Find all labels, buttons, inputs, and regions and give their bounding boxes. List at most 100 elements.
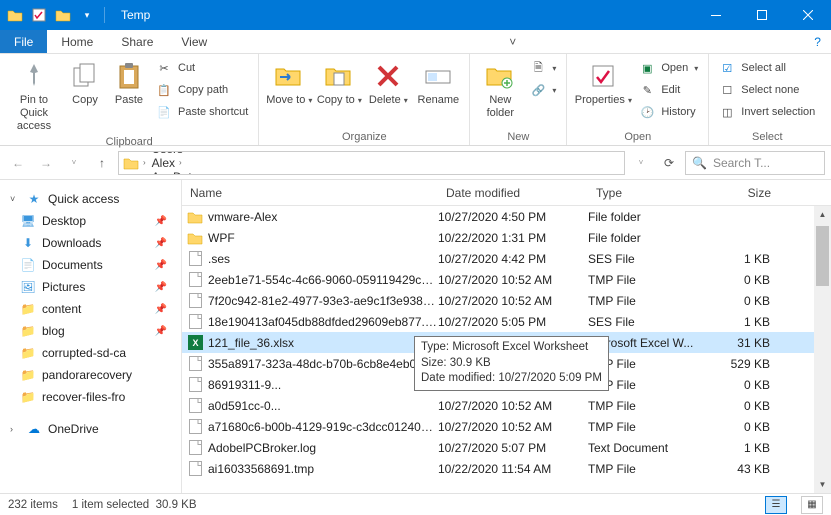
move-to-icon [273, 60, 305, 92]
tab-view[interactable]: View [167, 30, 221, 53]
file-row[interactable]: WPF10/22/2020 1:31 PMFile folder [182, 227, 831, 248]
titlebar: ▾ Temp [0, 0, 831, 30]
file-size: 0 KB [710, 273, 770, 287]
copy-path-button[interactable]: 📋Copy path [152, 80, 252, 100]
file-size: 0 KB [710, 399, 770, 413]
nav-back-button[interactable]: ← [6, 151, 30, 175]
sidebar-item[interactable]: 📄Documents📌 [0, 254, 181, 276]
minimize-button[interactable] [693, 0, 739, 30]
qat-new-folder-icon[interactable] [52, 4, 74, 26]
nav-up-button[interactable]: ↑ [90, 151, 114, 175]
column-type[interactable]: Type [588, 186, 710, 200]
sidebar-item[interactable]: 📁pandorarecovery [0, 364, 181, 386]
nav-recent-button[interactable]: ˅ [62, 151, 86, 175]
file-row[interactable]: a0d591cc-0...10/27/2020 10:52 AMTMP File… [182, 395, 831, 416]
copy-to-button[interactable]: Copy to ▾ [315, 56, 363, 107]
sidebar-item[interactable]: 🖥Desktop📌 [0, 210, 181, 232]
properties-button[interactable]: Properties ▾ [573, 56, 633, 107]
file-row[interactable]: AdobelPCBroker.log10/27/2020 5:07 PMText… [182, 437, 831, 458]
edit-button[interactable]: ✎Edit [635, 80, 702, 100]
delete-button[interactable]: Delete ▾ [365, 56, 411, 107]
file-row[interactable]: 18e190413af045db88dfded29609eb877.db...1… [182, 311, 831, 332]
dropdown-icon: ▾ [404, 96, 408, 105]
file-row[interactable]: vmware-Alex10/27/2020 4:50 PMFile folder [182, 206, 831, 227]
qat-properties-icon[interactable] [28, 4, 50, 26]
close-button[interactable] [785, 0, 831, 30]
scroll-down-icon[interactable]: ▼ [814, 476, 831, 493]
nav-dropdown-button[interactable]: ˅ [629, 151, 653, 175]
history-button[interactable]: 🕑History [635, 102, 702, 122]
ribbon-group-organize: Move to ▾ Copy to ▾ Delete ▾ Rename Orga… [259, 54, 470, 145]
sidebar-item-label: Pictures [42, 280, 85, 294]
expand-icon[interactable]: › [10, 424, 20, 434]
copy-button[interactable]: Copy [64, 56, 106, 107]
file-name: 86919311-9... [208, 378, 438, 392]
select-none-button[interactable]: ☐Select none [715, 80, 819, 100]
history-icon: 🕑 [639, 104, 655, 120]
sidebar-onedrive[interactable]: › ☁ OneDrive [0, 418, 181, 440]
tab-home[interactable]: Home [47, 30, 107, 53]
sidebar-quick-access[interactable]: ˅ ★ Quick access [0, 188, 181, 210]
sidebar-item[interactable]: 📁content📌 [0, 298, 181, 320]
paste-icon [113, 60, 145, 92]
sidebar-item[interactable]: ⬇Downloads📌 [0, 232, 181, 254]
search-input[interactable]: 🔍 Search T... [685, 151, 825, 175]
pin-icon: 📌 [155, 260, 167, 271]
thumbnails-view-button[interactable]: ▦ [801, 496, 823, 514]
nav-forward-button[interactable]: → [34, 151, 58, 175]
qat-customize-icon[interactable]: ▾ [76, 4, 98, 26]
tab-share[interactable]: Share [107, 30, 167, 53]
ribbon-expand-icon[interactable]: ˅ [501, 30, 524, 53]
new-folder-button[interactable]: New folder [476, 56, 524, 120]
column-name[interactable]: Name [182, 186, 438, 200]
paste-button[interactable]: Paste [108, 56, 150, 107]
sidebar-item[interactable]: 🖼Pictures📌 [0, 276, 181, 298]
file-icon [186, 209, 204, 225]
sidebar-item-icon: 📁 [20, 323, 36, 339]
dropdown-icon: ▾ [308, 96, 312, 105]
file-row[interactable]: 2eeb1e71-554c-4c66-9060-059119429cbd...1… [182, 269, 831, 290]
file-row[interactable]: ai16033568691.tmp10/22/2020 11:54 AMTMP … [182, 458, 831, 479]
scroll-thumb[interactable] [816, 226, 829, 286]
tab-file[interactable]: File [0, 30, 47, 53]
file-name: 121_file_36.xlsx [208, 336, 438, 350]
sidebar-item[interactable]: 📁corrupted-sd-ca [0, 342, 181, 364]
details-view-button[interactable]: ☰ [765, 496, 787, 514]
cut-button[interactable]: ✂Cut [152, 58, 252, 78]
sidebar-item[interactable]: 📁recover-files-fro [0, 386, 181, 408]
pin-icon [18, 60, 50, 92]
refresh-button[interactable]: ⟳ [657, 151, 681, 175]
new-folder-icon [484, 60, 516, 92]
new-item-button[interactable]: 🗎▾ [526, 58, 560, 78]
file-row[interactable]: a71680c6-b00b-4129-919c-c3dcc01240311...… [182, 416, 831, 437]
qat-folder-icon[interactable] [4, 4, 26, 26]
file-date: 10/27/2020 10:52 AM [438, 294, 588, 308]
pin-to-quick-access-button[interactable]: Pin to Quick access [6, 56, 62, 134]
column-size[interactable]: Size [710, 186, 780, 200]
column-date[interactable]: Date modified [438, 186, 588, 200]
invert-selection-icon: ◫ [719, 104, 735, 120]
svg-text:X: X [192, 338, 198, 348]
file-date: 10/27/2020 5:05 PM [438, 315, 588, 329]
paste-shortcut-button[interactable]: 📄Paste shortcut [152, 102, 252, 122]
maximize-button[interactable] [739, 0, 785, 30]
expand-icon[interactable]: ˅ [10, 194, 20, 204]
select-all-button[interactable]: ☑Select all [715, 58, 819, 78]
easy-access-button[interactable]: 🔗▾ [526, 80, 560, 100]
rename-button[interactable]: Rename [413, 56, 463, 107]
breadcrumb[interactable]: Alex› [148, 156, 243, 170]
pin-icon: 📌 [155, 326, 167, 337]
copy-to-icon [323, 60, 355, 92]
help-icon[interactable]: ? [804, 30, 831, 53]
open-button[interactable]: ▣Open ▾ [635, 58, 702, 78]
sidebar-item[interactable]: 📁blog📌 [0, 320, 181, 342]
pin-icon: 📌 [155, 216, 167, 227]
breadcrumb[interactable]: AppData› [148, 170, 243, 175]
file-row[interactable]: 7f20c942-81e2-4977-93e3-ae9c1f3e9384.t..… [182, 290, 831, 311]
file-row[interactable]: .ses10/27/2020 4:42 PMSES File1 KB [182, 248, 831, 269]
move-to-button[interactable]: Move to ▾ [265, 56, 313, 107]
invert-selection-button[interactable]: ◫Invert selection [715, 102, 819, 122]
scrollbar[interactable]: ▲ ▼ [814, 206, 831, 493]
address-bar[interactable]: › This PC›Local Disk (C:)›Users›Alex›App… [118, 151, 625, 175]
scroll-up-icon[interactable]: ▲ [814, 206, 831, 223]
